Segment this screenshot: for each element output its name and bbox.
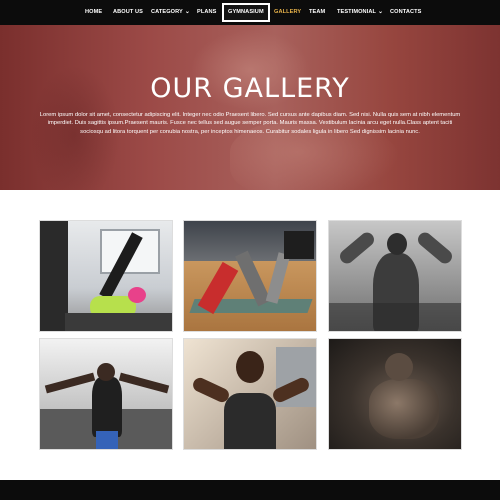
gallery-image-yoga-class[interactable] bbox=[183, 220, 317, 332]
top-nav: HOME ABOUT US CATEGORY ⌄ PLANS GYMNASIUM … bbox=[0, 0, 500, 25]
nav-label: TESTIMONIAL bbox=[337, 9, 377, 15]
hero-description: Lorem ipsum dolor sit amet, consectetur … bbox=[39, 112, 461, 135]
nav-label: GYMNASIUM bbox=[228, 9, 264, 15]
nav-contacts[interactable]: CONTACTS bbox=[390, 0, 421, 25]
gallery-image-muscular-torso[interactable] bbox=[328, 338, 462, 450]
gallery-image-stretching[interactable] bbox=[39, 220, 173, 332]
nav-plans[interactable]: PLANS bbox=[197, 0, 216, 25]
gallery-image-cable-crossover[interactable] bbox=[39, 338, 173, 450]
gallery-grid bbox=[0, 190, 500, 480]
footer-bar bbox=[0, 480, 500, 500]
nav-label: CATEGORY bbox=[151, 9, 183, 15]
nav-home[interactable]: HOME bbox=[85, 0, 102, 25]
chevron-down-icon: ⌄ bbox=[184, 9, 191, 15]
gallery-image-bodybuilder[interactable] bbox=[328, 220, 462, 332]
hero-banner: OUR GALLERY Lorem ipsum dolor sit amet, … bbox=[0, 25, 500, 190]
gallery-image-woman-flexing[interactable] bbox=[183, 338, 317, 450]
nav-about-us[interactable]: ABOUT US bbox=[113, 0, 143, 25]
nav-label: CONTACTS bbox=[390, 9, 422, 15]
nav-testimonial[interactable]: TESTIMONIAL ⌄ bbox=[337, 0, 383, 25]
chevron-down-icon: ⌄ bbox=[378, 9, 384, 15]
page-title: OUR GALLERY bbox=[150, 73, 350, 104]
nav-gallery[interactable]: GALLERY bbox=[274, 0, 301, 25]
nav-gymnasium[interactable]: GYMNASIUM bbox=[222, 3, 270, 22]
nav-label: GALLERY bbox=[274, 9, 302, 15]
nav-label: PLANS bbox=[197, 9, 217, 15]
nav-category[interactable]: CATEGORY ⌄ bbox=[151, 0, 190, 25]
nav-label: ABOUT US bbox=[113, 9, 144, 15]
nav-label: TEAM bbox=[309, 9, 326, 15]
nav-label: HOME bbox=[85, 9, 103, 15]
nav-team[interactable]: TEAM bbox=[309, 0, 325, 25]
